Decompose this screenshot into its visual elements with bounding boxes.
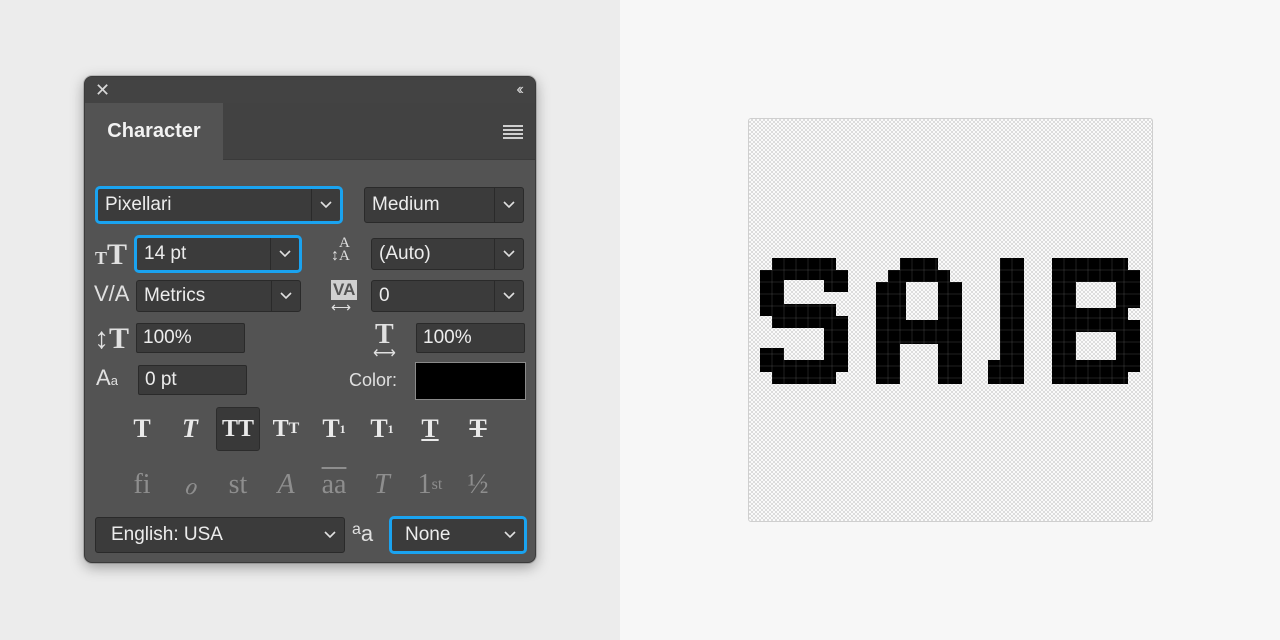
tracking-arrow-icon: ⟷ xyxy=(331,299,352,315)
collapse-icon[interactable]: ‹‹ xyxy=(516,81,523,99)
chevron-down-icon xyxy=(494,239,523,269)
contextual-alternates-button[interactable]: st xyxy=(216,463,260,507)
chevron-down-icon xyxy=(496,519,524,551)
ligatures-button[interactable]: fi xyxy=(120,463,164,507)
chevron-down-icon xyxy=(311,189,340,221)
anti-alias-select[interactable]: None xyxy=(389,516,527,554)
tracking-value: 0 xyxy=(379,285,390,306)
tab-bar: Character xyxy=(85,103,535,160)
pixel-text-layer[interactable] xyxy=(760,256,1142,386)
font-family-value: Pixellari xyxy=(105,194,172,215)
vertical-scale-icon: ↕T xyxy=(94,322,130,355)
tracking-select[interactable]: 0 xyxy=(371,280,524,312)
font-family-select[interactable]: Pixellari xyxy=(95,186,343,224)
font-size-value: 14 pt xyxy=(144,243,187,264)
anti-alias-value: None xyxy=(405,524,451,545)
small-caps-button[interactable]: TT xyxy=(264,407,308,451)
kerning-value: Metrics xyxy=(144,285,206,306)
chevron-down-icon xyxy=(494,281,523,311)
swash-button[interactable]: A xyxy=(264,463,308,507)
fractions-button[interactable]: ½ xyxy=(456,463,500,507)
language-select[interactable]: English: USA xyxy=(95,517,345,553)
tab-character[interactable]: Character xyxy=(85,103,223,160)
horizontal-scale-input[interactable]: 100% xyxy=(416,323,525,353)
color-label: Color: xyxy=(349,370,398,390)
baseline-shift-icon: Aa xyxy=(96,365,118,390)
vertical-scale-input[interactable]: 100% xyxy=(136,323,245,353)
leading-select[interactable]: (Auto) xyxy=(371,238,524,270)
faux-bold-button[interactable]: T xyxy=(120,407,164,451)
leading-icon: ↕A A xyxy=(331,235,350,264)
font-style-select[interactable]: Medium xyxy=(364,187,524,223)
horizontal-arrow-icon: ⟷ xyxy=(373,345,396,362)
stylistic-alternates-button[interactable]: aa xyxy=(312,463,356,507)
titling-alternates-button[interactable]: T xyxy=(360,463,404,507)
superscript-button[interactable]: T1 xyxy=(312,407,356,451)
chevron-down-icon xyxy=(270,238,299,270)
font-size-select[interactable]: 14 pt xyxy=(134,235,302,273)
baseline-shift-input[interactable]: 0 pt xyxy=(138,365,247,395)
language-value: English: USA xyxy=(111,524,223,545)
faux-italic-button[interactable]: T xyxy=(168,407,212,451)
chevron-down-icon xyxy=(494,188,523,222)
all-caps-button[interactable]: TT xyxy=(216,407,260,451)
anti-alias-icon: aa xyxy=(352,521,374,546)
color-swatch[interactable] xyxy=(415,362,526,400)
discretionary-ligatures-button[interactable]: ℴ xyxy=(168,463,212,507)
chevron-down-icon xyxy=(316,518,344,552)
chevron-down-icon xyxy=(271,281,300,311)
character-panel: ✕ ‹‹ Character Pixellari Medium TT 14 pt… xyxy=(84,76,536,563)
font-style-value: Medium xyxy=(372,194,440,215)
leading-value: (Auto) xyxy=(379,243,431,264)
subscript-button[interactable]: T1 xyxy=(360,407,404,451)
underline-button[interactable]: T xyxy=(408,407,452,451)
strikethrough-button[interactable]: T xyxy=(456,407,500,451)
hamburger-menu-icon[interactable] xyxy=(503,125,523,141)
kerning-select[interactable]: Metrics xyxy=(136,280,301,312)
close-icon[interactable]: ✕ xyxy=(95,80,110,100)
kerning-icon: V/A xyxy=(94,281,130,306)
panel-titlebar: ✕ ‹‹ xyxy=(85,77,535,103)
tracking-icon: VA xyxy=(331,280,358,300)
font-size-icon: TT xyxy=(95,238,128,271)
ordinals-button[interactable]: 1st xyxy=(408,463,452,507)
